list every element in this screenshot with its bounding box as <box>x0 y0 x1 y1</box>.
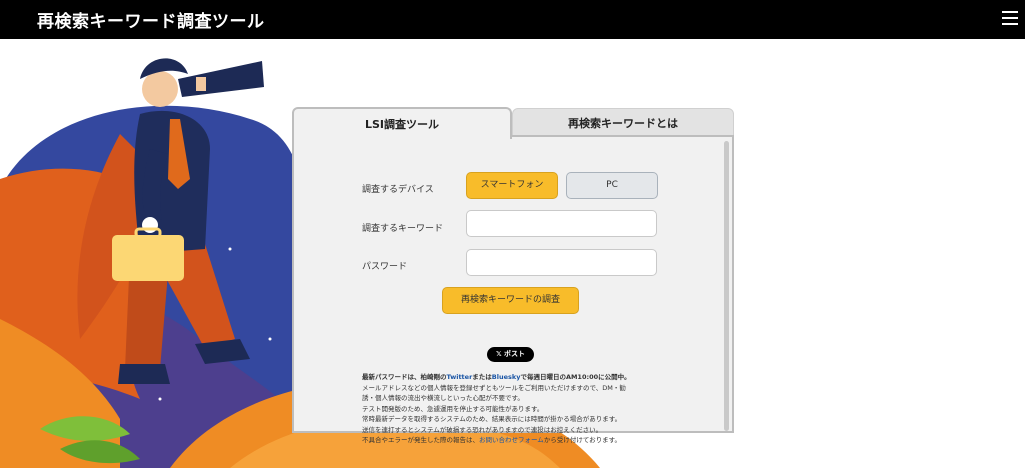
submit-button[interactable]: 再検索キーワードの調査 <box>442 287 579 314</box>
notes-line-7: 不具合やエラーが発生した際の報告は、お問い合わせフォームから受け付けております。 <box>362 436 621 444</box>
tab-about-research-keyword[interactable]: 再検索キーワードとは <box>512 108 734 137</box>
smartphone-button[interactable]: スマートフォン <box>466 172 558 199</box>
pc-button[interactable]: PC <box>566 172 658 199</box>
bluesky-link[interactable]: Bluesky <box>492 373 521 381</box>
hamburger-icon[interactable] <box>1002 11 1018 25</box>
post-label: ポスト <box>504 350 526 358</box>
notes-line-4: テスト開発版のため、急遽運用を停止する可能性があります。 <box>362 404 544 413</box>
keyword-label: 調査するキーワード <box>362 224 444 234</box>
notes-line-2: メールアドレスなどの個人情報を登録せずともツールをご利用いただけますので、DM・… <box>362 383 626 392</box>
notes-line-3: 誘・個人情報の流出や横流しといった心配が不要です。 <box>362 394 524 402</box>
site-title[interactable]: 再検索キーワード調査ツール <box>37 7 265 32</box>
notes-line-1: 最新パスワードは、柏崎剛のTwitterまたはBlueskyで毎週日曜日のAM1… <box>362 373 631 381</box>
contact-form-link[interactable]: お問い合わせフォーム <box>479 436 544 444</box>
keyword-input[interactable] <box>466 210 657 237</box>
device-label: 調査するデバイス <box>362 185 434 195</box>
scrollbar[interactable] <box>724 141 729 431</box>
twitter-link[interactable]: Twitter <box>447 373 473 381</box>
panel-body: 調査するデバイス スマートフォン PC 調査するキーワード パスワード 再検索キ… <box>292 135 734 444</box>
notes-line-5: 常時最新データを取得するシステムのため、結果表示には時間が掛かる場合があります。 <box>362 415 622 423</box>
x-post-button[interactable]: 𝕏 ポスト <box>487 347 534 362</box>
header-bar: 再検索キーワード調査ツール <box>0 0 1025 39</box>
tab-lsi-tool[interactable]: LSI調査ツール <box>292 107 512 139</box>
x-logo-icon: 𝕏 <box>495 350 505 358</box>
notes-block: 最新パスワードは、柏崎剛のTwitterまたはBlueskyで毎週日曜日のAM1… <box>362 372 692 446</box>
tool-panel: LSI調査ツール 再検索キーワードとは 調査するデバイス スマートフォン PC … <box>292 107 734 444</box>
password-label: パスワード <box>362 262 408 272</box>
notes-line-6: 送信を連打するとシステムが破損する恐れがありますので連投はお控えください。 <box>362 425 603 434</box>
password-input[interactable] <box>466 249 657 276</box>
